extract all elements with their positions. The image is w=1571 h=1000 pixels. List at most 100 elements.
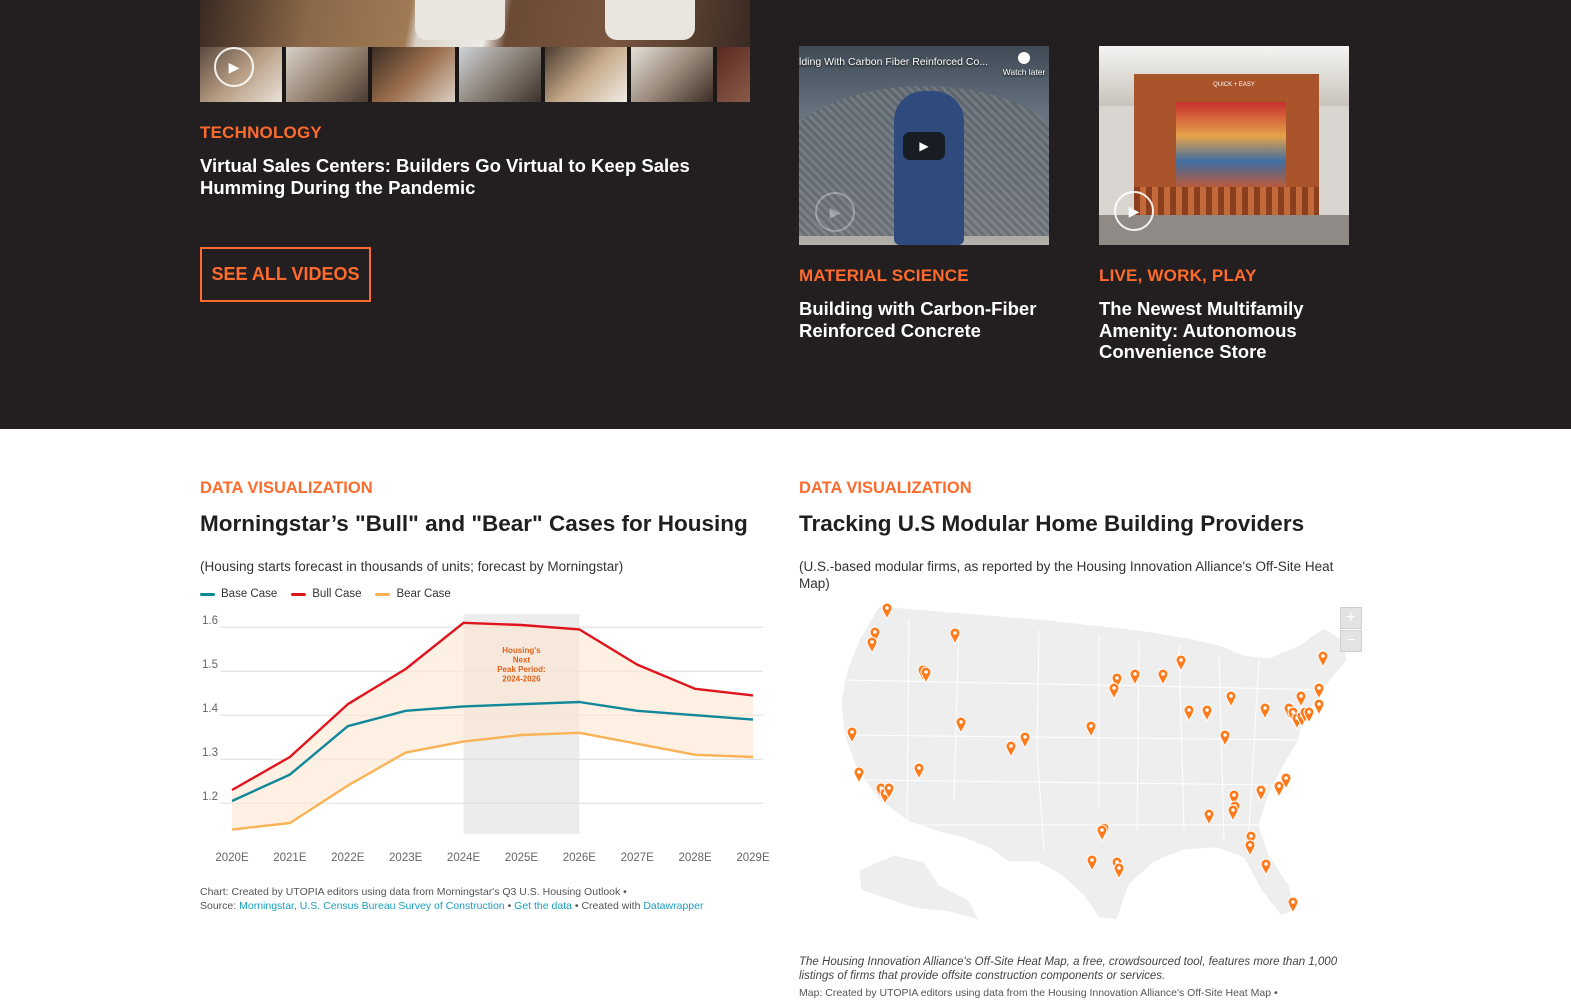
location-pin-dot [1317, 702, 1321, 706]
legend-item: Bear Case [375, 588, 451, 600]
chart-legend: Base Case Bull Case Bear Case [200, 588, 451, 600]
peak-period-label: 2024-2026 [502, 675, 541, 684]
location-pin-dot [1291, 900, 1295, 904]
location-pin-dot [917, 766, 921, 770]
video-thumbnail[interactable] [372, 47, 455, 102]
featured-video-title[interactable]: Virtual Sales Centers: Builders Go Virtu… [200, 155, 720, 198]
see-all-videos-button[interactable]: SEE ALL VIDEOS [200, 247, 371, 302]
location-pin-dot [1299, 694, 1303, 698]
location-pin-dot [1161, 672, 1165, 676]
video-frame-chair [605, 0, 695, 40]
chart-credit: Chart: Created by UTOPIA editors using d… [200, 886, 760, 913]
chart-subtitle: (Housing starts forecast in thousands of… [200, 559, 624, 574]
map-subtitle: (U.S.-based modular firms, as reported b… [799, 559, 1334, 591]
play-icon[interactable]: ▶ [214, 47, 254, 87]
location-pin-dot [1009, 744, 1013, 748]
video-thumbnail[interactable] [286, 47, 369, 102]
y-tick-label: 1.4 [202, 703, 219, 715]
location-pin-dot [1248, 843, 1252, 847]
x-tick-label: 2027E [621, 852, 655, 864]
peak-period-label: Next [513, 656, 531, 665]
convenience-store-video-thumbnail[interactable]: QUICK + EASY ▶ [1099, 46, 1349, 245]
separator: • [504, 899, 515, 912]
peak-period-label: Housing's [502, 646, 541, 655]
location-pin-dot [887, 786, 891, 790]
location-pin-dot [1223, 733, 1227, 737]
location-pin-dot [857, 770, 861, 774]
video-frame-shelves [1176, 102, 1286, 187]
location-pin-dot [1249, 834, 1253, 838]
legend-swatch [375, 592, 391, 596]
x-tick-label: 2022E [331, 852, 365, 864]
legend-swatch [291, 592, 307, 596]
chart-title: Morningstar’s "Bull" and "Bear" Cases fo… [200, 511, 748, 536]
play-icon[interactable]: ▶ [1114, 191, 1154, 231]
location-pin-dot [953, 631, 957, 635]
location-pin-dot [1284, 776, 1288, 780]
video-section: ▶ TECHNOLOGY Virtual Sales Centers: Buil… [0, 0, 1571, 429]
location-pin-icon[interactable] [853, 766, 865, 785]
x-tick-label: 2023E [389, 852, 423, 864]
x-tick-label: 2021E [273, 852, 307, 864]
location-pin-dot [1277, 784, 1281, 788]
featured-video-player[interactable]: ▶ [200, 0, 750, 102]
get-data-link[interactable]: Get the data [514, 900, 572, 912]
featured-video-category[interactable]: TECHNOLOGY [200, 123, 322, 143]
x-tick-label: 2020E [215, 852, 249, 864]
video-thumbnail[interactable] [717, 47, 750, 102]
location-pin-dot [1231, 808, 1235, 812]
video-frame-worker [894, 91, 964, 245]
x-tick-label: 2025E [505, 852, 539, 864]
location-pin-dot [1117, 866, 1121, 870]
video-thumbnail[interactable] [544, 47, 627, 102]
card-title[interactable]: Building with Carbon-Fiber Reinforced Co… [799, 298, 1049, 341]
card-category[interactable]: LIVE, WORK, PLAY [1099, 266, 1256, 286]
carbon-fiber-video-thumbnail[interactable]: lding With Carbon Fiber Reinforced Co...… [799, 46, 1049, 245]
map-zoom-out-button[interactable]: − [1340, 630, 1362, 652]
source-label: Source: [200, 899, 237, 912]
y-tick-label: 1.6 [202, 615, 218, 627]
legend-swatch [200, 592, 215, 596]
card-category[interactable]: MATERIAL SCIENCE [799, 266, 969, 286]
card-title[interactable]: The Newest Multifamily Amenity: Autonomo… [1099, 298, 1349, 363]
location-pin-dot [1187, 708, 1191, 712]
location-pin-dot [1307, 710, 1311, 714]
location-pin-dot [924, 670, 928, 674]
alaska-shape [858, 854, 980, 921]
location-pin-dot [873, 630, 877, 634]
location-pin-dot [1089, 724, 1093, 728]
location-pin-dot [1259, 788, 1263, 792]
location-pin-dot [1263, 706, 1267, 710]
location-pin-icon[interactable] [1273, 780, 1285, 799]
separator: • Created with [571, 899, 644, 912]
video-frame-chair [415, 0, 505, 40]
location-pin-dot [1207, 812, 1211, 816]
location-pin-dot [1090, 858, 1094, 862]
location-pin-dot [1205, 708, 1209, 712]
source-link[interactable]: Morningstar, U.S. Census Bureau Survey o… [239, 900, 505, 912]
map-zoom-in-button[interactable]: + [1340, 607, 1362, 629]
location-pin-dot [885, 606, 889, 610]
legend-label: Bull Case [312, 588, 362, 600]
clock-icon [1018, 52, 1030, 64]
video-thumbnail[interactable] [458, 47, 541, 102]
video-thumbnail[interactable] [630, 47, 714, 102]
location-pin-dot [959, 720, 963, 724]
location-pin-dot [1023, 735, 1027, 739]
watch-later-button[interactable]: Watch later [1001, 52, 1047, 77]
housing-starts-line-chart: 1.2 1.3 1.4 1.5 1.6 Housing'sNextPeak Period:… [202, 614, 770, 864]
legend-label: Bear Case [396, 588, 451, 600]
youtube-play-icon[interactable]: ▶ [903, 132, 945, 160]
x-tick-label: 2029E [736, 852, 770, 864]
map-kicker[interactable]: DATA VISUALIZATION [799, 479, 972, 498]
video-thumbnail-strip[interactable] [200, 47, 750, 102]
store-sign: QUICK + EASY [1213, 82, 1255, 88]
play-icon[interactable]: ▶ [815, 192, 855, 232]
location-pin-icon[interactable] [1313, 698, 1325, 717]
datawrapper-link[interactable]: Datawrapper [643, 900, 703, 912]
us-modular-builders-map[interactable] [799, 600, 1369, 940]
chart-kicker[interactable]: DATA VISUALIZATION [200, 479, 373, 498]
embed-video-title[interactable]: lding With Carbon Fiber Reinforced Co... [799, 56, 995, 68]
location-pin-dot [1112, 686, 1116, 690]
x-tick-label: 2024E [447, 852, 481, 864]
